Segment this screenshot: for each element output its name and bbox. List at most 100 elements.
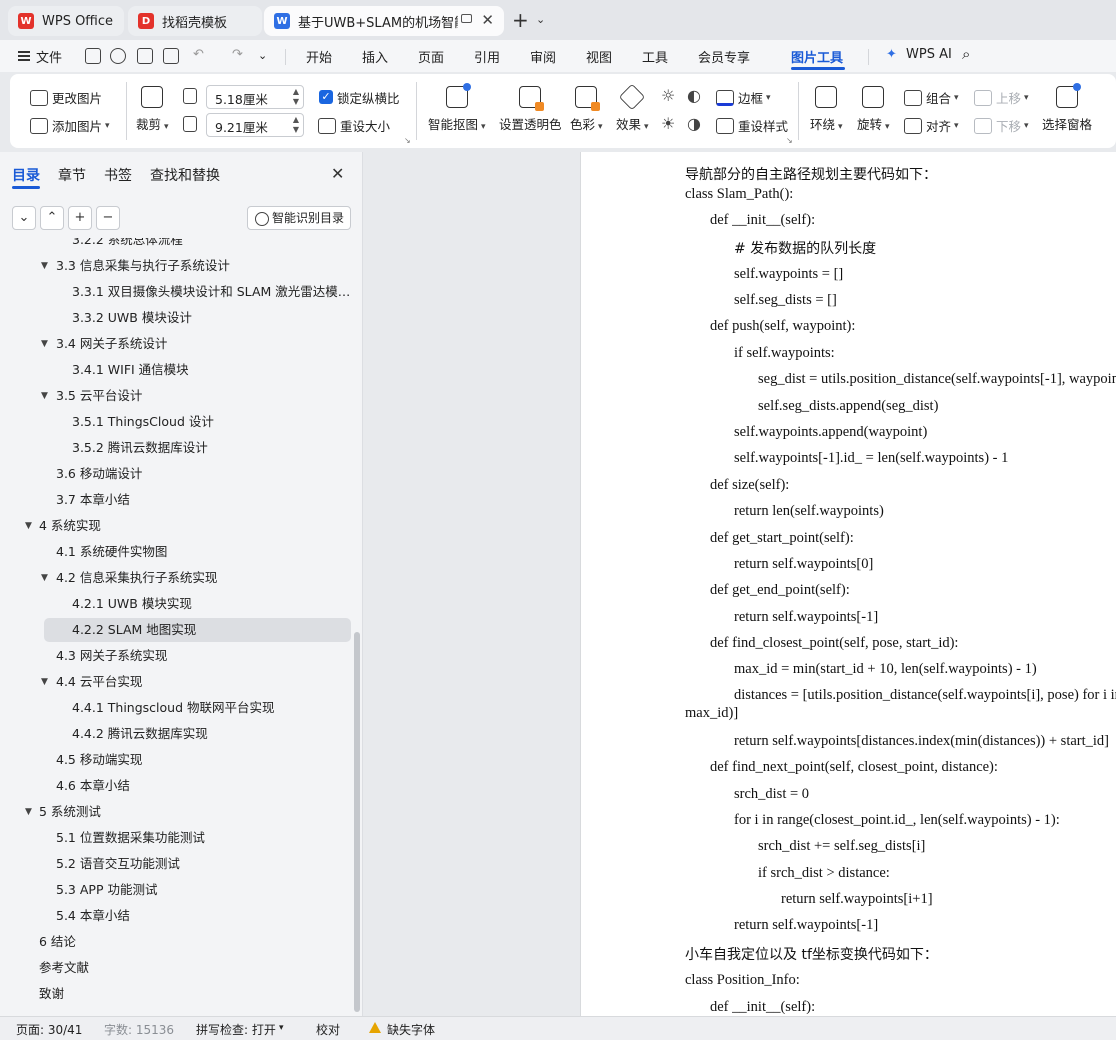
new-tab-icon[interactable]: + xyxy=(512,8,529,32)
expand-toggle-icon[interactable]: ▼ xyxy=(41,670,48,694)
lock-ratio-checkbox[interactable]: ✓ xyxy=(319,90,333,104)
toc-item[interactable]: 3.3.1 双目摄像头模块设计和 SLAM 激光雷达模… xyxy=(0,280,350,304)
collapse-all-icon[interactable]: ⌄ xyxy=(12,206,36,230)
contrast-down-icon[interactable]: ◑ xyxy=(687,114,701,133)
document-page[interactable]: 导航部分的自主路径规划主要代码如下： class Slam_Path(): def … xyxy=(580,152,1116,1016)
expand-toggle-icon[interactable]: ▼ xyxy=(41,332,48,356)
expand-up-icon[interactable]: ⌃ xyxy=(40,206,64,230)
toc-item[interactable]: 5.1 位置数据采集功能测试 xyxy=(0,826,350,850)
missing-font-button[interactable]: 缺失字体 xyxy=(387,1021,435,1038)
toc-item[interactable]: 致谢 xyxy=(0,982,350,1006)
toc-item[interactable]: 4.2.2 SLAM 地图实现 xyxy=(44,618,351,642)
group-button[interactable]: 组合 ▾ xyxy=(904,88,959,107)
remove-heading-icon[interactable]: − xyxy=(96,206,120,230)
tab-toc[interactable]: 目录 xyxy=(12,165,40,185)
toc-item[interactable]: ▼ 4.2 信息采集执行子系统实现 xyxy=(0,566,350,590)
toc-item[interactable]: ▼ 3.4 网关子系统设计 xyxy=(0,332,350,356)
menu-file[interactable]: 文件 xyxy=(36,47,62,66)
effect-button[interactable]: 效果 ▾ xyxy=(616,83,649,133)
menu-wps-ai[interactable]: WPS AI xyxy=(906,47,952,62)
toc-item[interactable]: 4.6 本章小结 xyxy=(0,774,350,798)
word-count[interactable]: 字数: 15136 xyxy=(104,1021,174,1038)
page-indicator[interactable]: 页面: 30/41 xyxy=(16,1021,82,1038)
wrap-button[interactable]: 环绕 ▾ xyxy=(810,86,843,133)
tab-docer-templates[interactable]: D 找稻壳模板 xyxy=(128,6,262,36)
menu-page[interactable]: 页面 xyxy=(418,47,444,66)
toc-item[interactable]: ▼ 5 系统测试 xyxy=(0,800,350,824)
print-icon[interactable] xyxy=(137,48,153,64)
change-image-button[interactable]: 更改图片 xyxy=(30,88,102,107)
expand-toggle-icon[interactable]: ▼ xyxy=(41,566,48,590)
reset-size-button[interactable]: 重设大小 xyxy=(318,116,390,135)
toc-scrollbar[interactable] xyxy=(354,632,360,1012)
color-button[interactable]: 色彩 ▾ xyxy=(570,86,603,133)
toc-item[interactable]: 3.2.2 系统总体流程 xyxy=(0,238,350,252)
redo-icon[interactable]: ↷ xyxy=(232,47,243,62)
move-up-button[interactable]: 上移 ▾ xyxy=(974,88,1029,107)
border-button[interactable]: 边框 ▾ xyxy=(716,88,771,107)
toc-item[interactable]: ▼ 3.5 云平台设计 xyxy=(0,384,350,408)
window-preview-icon[interactable] xyxy=(461,14,472,23)
proofread-button[interactable]: 校对 xyxy=(316,1021,340,1038)
undo-icon[interactable]: ↶ xyxy=(193,47,204,62)
width-input[interactable]: 9.21厘米 ▲ ▼ xyxy=(206,113,304,137)
close-icon[interactable]: ✕ xyxy=(331,164,344,183)
export-icon[interactable] xyxy=(110,48,126,64)
menu-review[interactable]: 审阅 xyxy=(530,47,556,66)
align-button[interactable]: 对齐 ▾ xyxy=(904,116,959,135)
selection-pane-button[interactable]: 选择窗格 xyxy=(1042,83,1092,133)
expand-toggle-icon[interactable]: ▼ xyxy=(25,514,32,538)
close-tab-icon[interactable]: ✕ xyxy=(481,11,494,29)
toc-item[interactable]: ▼ 4 系统实现 xyxy=(0,514,350,538)
reset-style-button[interactable]: 重设样式 xyxy=(716,116,788,135)
save-icon[interactable] xyxy=(85,48,101,64)
dialog-launcher-icon[interactable]: ↘ xyxy=(404,136,411,145)
stepper-icon[interactable]: ▲ ▼ xyxy=(293,115,299,135)
height-input[interactable]: 5.18厘米 ▲ ▼ xyxy=(206,85,304,109)
toc-item[interactable]: 3.5.1 ThingsCloud 设计 xyxy=(0,410,350,434)
menu-picture-tools[interactable]: 图片工具 xyxy=(791,47,843,66)
toc-item[interactable]: ▼ 3.3 信息采集与执行子系统设计 xyxy=(0,254,350,278)
add-image-button[interactable]: 添加图片 ▾ xyxy=(30,116,110,135)
toc-item[interactable]: 4.4.1 Thingscloud 物联网平台实现 xyxy=(0,696,350,720)
menu-tools[interactable]: 工具 xyxy=(642,47,668,66)
menu-member[interactable]: 会员专享 xyxy=(698,47,750,66)
menu-view[interactable]: 视图 xyxy=(586,47,612,66)
toc-item[interactable]: 3.5.2 腾讯云数据库设计 xyxy=(0,436,350,460)
brightness-up-icon[interactable]: ☼ xyxy=(661,86,675,105)
toc-item[interactable]: 3.6 移动端设计 xyxy=(0,462,350,486)
tab-document[interactable]: W 基于UWB+SLAM的机场智能行 ✕ xyxy=(264,6,504,36)
toc-item[interactable]: 参考文献 xyxy=(0,956,350,980)
toc-item[interactable]: 6 结论 xyxy=(0,930,350,954)
chevron-down-icon[interactable]: ▾ xyxy=(279,1023,284,1033)
toc-item[interactable]: 4.4.2 腾讯云数据库实现 xyxy=(0,722,350,746)
chevron-down-icon[interactable]: ⌄ xyxy=(536,13,545,26)
smart-toc-button[interactable]: 智能识别目录 xyxy=(247,206,351,230)
menu-insert[interactable]: 插入 xyxy=(362,47,388,66)
menu-home[interactable]: 开始 xyxy=(306,47,332,66)
move-down-button[interactable]: 下移 ▾ xyxy=(974,116,1029,135)
print-preview-icon[interactable] xyxy=(163,48,179,64)
toc-item[interactable]: 3.4.1 WIFI 通信模块 xyxy=(0,358,350,382)
rotate-button[interactable]: 旋转 ▾ xyxy=(857,86,890,133)
dialog-launcher-icon[interactable]: ↘ xyxy=(786,136,793,145)
toc-item[interactable]: 3.3.2 UWB 模块设计 xyxy=(0,306,350,330)
toc-item[interactable]: 4.3 网关子系统实现 xyxy=(0,644,350,668)
add-heading-icon[interactable]: + xyxy=(68,206,92,230)
menu-icon[interactable] xyxy=(18,51,30,61)
expand-toggle-icon[interactable]: ▼ xyxy=(25,800,32,824)
brightness-down-icon[interactable]: ☀ xyxy=(661,114,675,133)
smart-cutout-button[interactable]: 智能抠图 ▾ xyxy=(428,83,486,133)
toc-item[interactable]: 5.3 APP 功能测试 xyxy=(0,878,350,902)
stepper-icon[interactable]: ▲ ▼ xyxy=(293,87,299,107)
toc-item[interactable]: 4.5 移动端实现 xyxy=(0,748,350,772)
search-icon[interactable]: ⌕ xyxy=(962,45,970,63)
toc-item[interactable]: 5.2 语音交互功能测试 xyxy=(0,852,350,876)
tab-find-replace[interactable]: 查找和替换 xyxy=(150,165,220,185)
contrast-icon[interactable]: ◐ xyxy=(687,86,701,105)
toc-item[interactable]: 5.4 本章小结 xyxy=(0,904,350,928)
toc-item[interactable]: ▼ 4.4 云平台实现 xyxy=(0,670,350,694)
spell-check-toggle[interactable]: 拼写检查: 打开 xyxy=(196,1021,276,1038)
crop-button[interactable]: 裁剪 ▾ xyxy=(136,86,169,133)
chevron-down-icon[interactable]: ⌄ xyxy=(258,49,267,62)
